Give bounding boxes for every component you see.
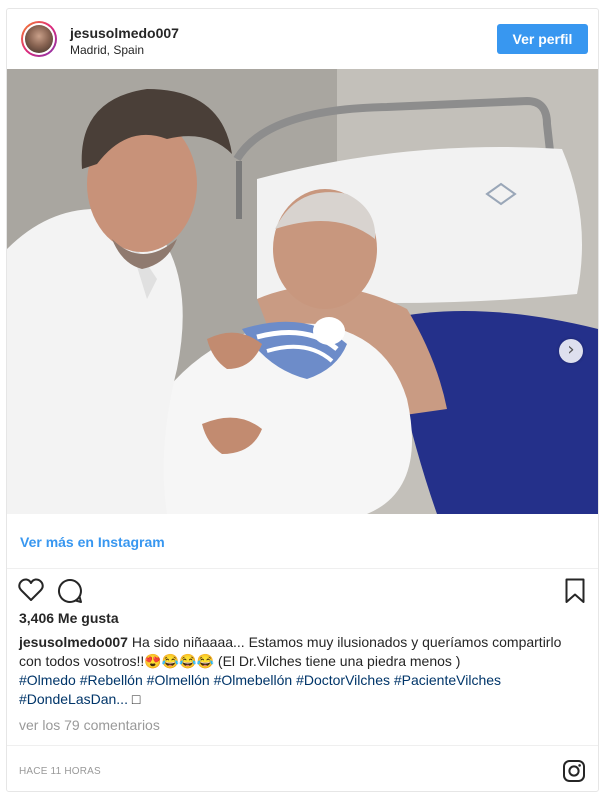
caption-trailing-glyph: □ [131, 691, 141, 707]
view-more-link[interactable]: Ver más en Instagram [20, 534, 165, 550]
comment-icon[interactable] [57, 578, 83, 604]
photo-illustration [7, 69, 598, 514]
post-header: jesusolmedo007 Madrid, Spain Ver perfil [7, 9, 598, 69]
header-username[interactable]: jesusolmedo007 [70, 25, 179, 41]
post-footer: HACE 11 HORAS [7, 745, 598, 792]
instagram-logo-icon[interactable] [562, 759, 586, 783]
view-comments-link[interactable]: ver los 79 comentarios [19, 717, 160, 733]
avatar-image [25, 25, 53, 53]
instagram-embed-card: jesusolmedo007 Madrid, Spain Ver perfil [6, 8, 599, 792]
like-count[interactable]: 3,406 Me gusta [19, 610, 119, 626]
hashtag[interactable]: #Olmebellón [214, 672, 293, 688]
caption-username[interactable]: jesusolmedo007 [19, 634, 128, 650]
view-more-section: Ver más en Instagram [7, 514, 598, 569]
action-bar [7, 569, 598, 609]
avatar[interactable] [21, 21, 57, 57]
hashtag[interactable]: #DoctorVilches [296, 672, 390, 688]
hashtag[interactable]: #Olmedo [19, 672, 76, 688]
bookmark-icon[interactable] [565, 578, 585, 604]
post-timestamp: HACE 11 HORAS [19, 766, 101, 777]
view-profile-button[interactable]: Ver perfil [497, 24, 588, 54]
header-location[interactable]: Madrid, Spain [70, 43, 144, 57]
next-photo-button[interactable]: › [559, 339, 583, 363]
post-caption: jesusolmedo007 Ha sido niñaaaa... Estamo… [19, 633, 579, 709]
hashtag[interactable]: #PacienteVilches [394, 672, 501, 688]
heart-icon[interactable] [18, 578, 44, 602]
post-photo[interactable]: › [7, 69, 598, 514]
hashtag[interactable]: #Rebellón [80, 672, 143, 688]
hashtag[interactable]: #Olmellón [147, 672, 210, 688]
chevron-right-icon: › [567, 339, 575, 360]
hashtag[interactable]: #DondeLasDan... [19, 691, 128, 707]
